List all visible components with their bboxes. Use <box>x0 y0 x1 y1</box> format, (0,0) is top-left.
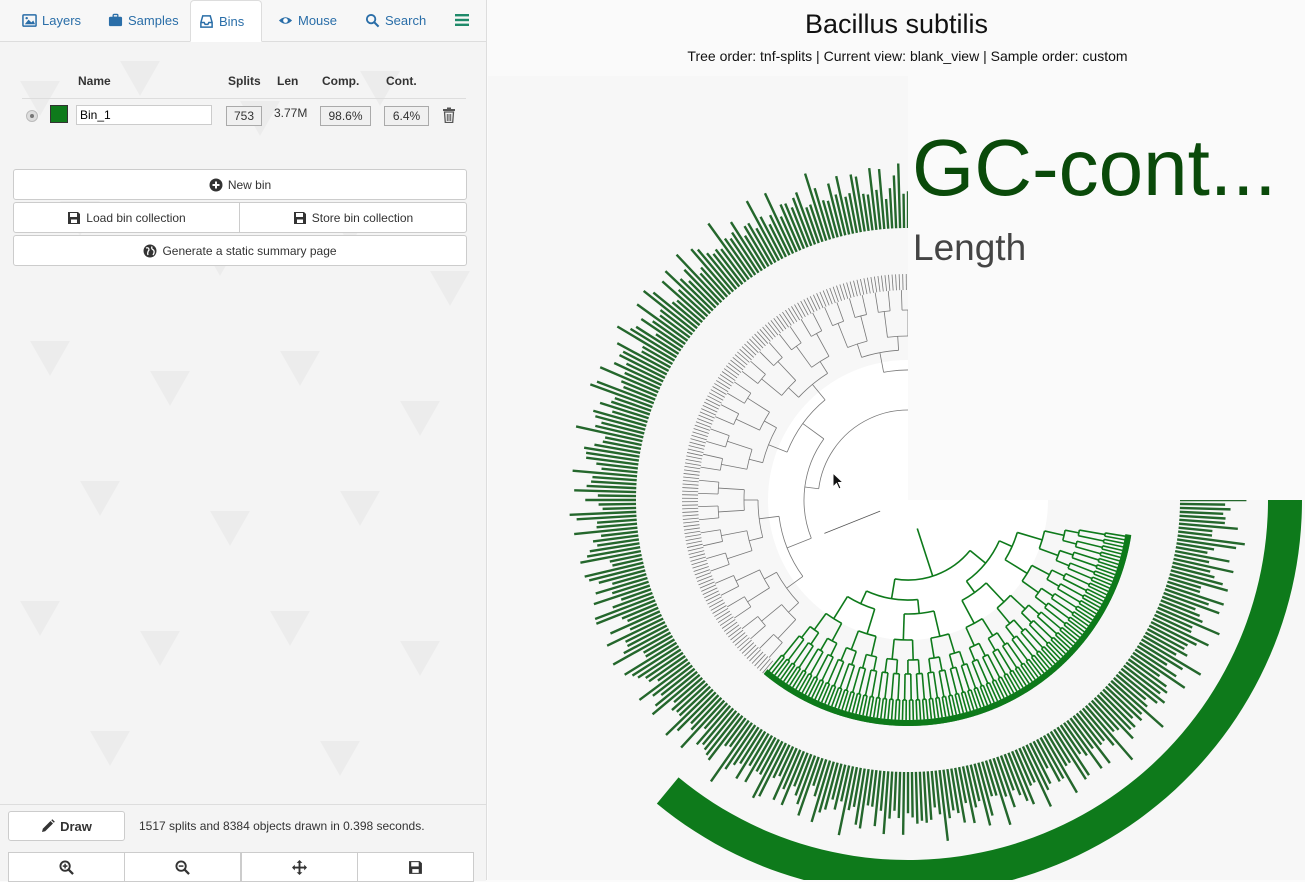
pencil-icon <box>41 819 55 833</box>
tab-label: Search <box>385 13 426 28</box>
project-title: Bacillus subtilis <box>488 9 1305 40</box>
mouse-cursor-icon <box>832 472 844 490</box>
bin-row: 753 3.77M 98.6% 6.4% <box>22 104 466 128</box>
image-icon <box>22 13 37 28</box>
tab-samples[interactable]: Samples <box>100 0 187 41</box>
new-bin-label: New bin <box>228 178 271 192</box>
view-subtitle: Tree order: tnf-splits | Current view: b… <box>488 48 1305 64</box>
hamburger-menu-icon[interactable] <box>454 12 470 28</box>
store-bin-collection-button[interactable]: Store bin collection <box>239 202 467 233</box>
generate-summary-button[interactable]: Generate a static summary page <box>13 235 467 266</box>
zoom-in-button[interactable] <box>8 852 125 882</box>
tab-bins[interactable]: Bins <box>190 0 262 42</box>
plus-circle-icon <box>209 178 223 192</box>
draw-label: Draw <box>60 819 92 834</box>
tree-arc <box>887 659 897 660</box>
inbox-icon <box>199 14 214 29</box>
tree-branch <box>896 660 897 674</box>
header-comp: Comp. <box>322 74 359 88</box>
footer-toolbar: Draw 1517 splits and 8384 objects drawn … <box>0 804 486 881</box>
zoom-in-icon <box>59 860 74 875</box>
briefcase-icon <box>108 13 123 28</box>
trash-icon[interactable] <box>442 107 456 123</box>
tree-view-panel: Bacillus subtilis Tree order: tnf-splits… <box>488 0 1305 880</box>
tree-arc <box>894 639 912 640</box>
bin-contamination-value: 6.4% <box>384 106 429 126</box>
store-collection-label: Store bin collection <box>312 211 413 225</box>
tree-arc <box>882 672 888 673</box>
background-pattern <box>0 41 487 801</box>
header-cont: Cont. <box>386 74 417 88</box>
tree-arc <box>928 672 934 673</box>
bin-name-input[interactable] <box>76 105 212 125</box>
zoom-out-icon <box>175 860 190 875</box>
tree-branch <box>903 614 904 640</box>
tab-layers[interactable]: Layers <box>14 0 89 41</box>
tree-branch <box>919 700 920 720</box>
tree-arc <box>1078 530 1079 536</box>
draw-button[interactable]: Draw <box>8 811 125 841</box>
header-divider <box>22 98 466 99</box>
left-panel: Layers Samples Bins Mouse Search Name Sp… <box>0 0 487 880</box>
tree-arc <box>939 670 945 671</box>
bin-color-swatch[interactable] <box>50 105 68 123</box>
tree-branch <box>899 700 900 720</box>
new-bin-button[interactable]: New bin <box>13 169 467 200</box>
eye-icon <box>278 13 293 28</box>
globe-icon <box>143 244 157 258</box>
header-len: Len <box>277 74 298 88</box>
tab-label: Layers <box>42 13 81 28</box>
bin-length-value: 3.77M <box>274 106 307 120</box>
save-svg-button[interactable] <box>357 852 474 882</box>
search-icon <box>365 13 380 28</box>
bin-completion-value: 98.6% <box>320 106 371 126</box>
tree-branch <box>902 700 903 720</box>
length-layer-label: Length <box>913 229 1026 266</box>
tab-label: Mouse <box>298 13 337 28</box>
center-button[interactable] <box>241 852 358 882</box>
tab-search[interactable]: Search <box>357 0 434 41</box>
load-bin-collection-button[interactable]: Load bin collection <box>13 202 240 233</box>
save-icon <box>293 211 307 225</box>
tab-bar: Layers Samples Bins Mouse Search <box>0 0 486 42</box>
bin-select-radio[interactable] <box>26 110 38 122</box>
summary-label: Generate a static summary page <box>162 244 336 258</box>
gc-content-layer-label: GC-cont... <box>912 128 1277 208</box>
tree-branch <box>913 640 914 660</box>
tab-label: Bins <box>219 14 244 29</box>
header-splits: Splits <box>228 74 261 88</box>
tree-branch <box>918 660 919 674</box>
bin-splits-value: 753 <box>226 106 262 126</box>
header-name: Name <box>78 74 111 88</box>
tree-branch <box>916 700 917 720</box>
move-arrows-icon <box>292 860 307 875</box>
tab-mouse[interactable]: Mouse <box>270 0 345 41</box>
save-icon <box>67 211 81 225</box>
tree-arc <box>871 670 877 671</box>
draw-status-text: 1517 splits and 8384 objects drawn in 0.… <box>139 819 425 833</box>
zoom-out-button[interactable] <box>124 852 241 882</box>
tab-label: Samples <box>128 13 179 28</box>
load-collection-label: Load bin collection <box>86 211 185 225</box>
save-icon <box>408 860 423 875</box>
